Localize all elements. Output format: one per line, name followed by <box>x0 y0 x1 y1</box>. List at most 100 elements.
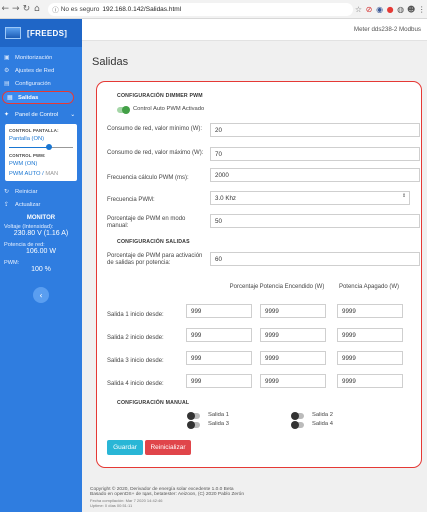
salida-4-toggle[interactable] <box>291 421 304 429</box>
consumo-min-input[interactable]: 20 <box>210 123 420 137</box>
sidebar-menu: ▣ Monitorización ⚙ Ajustes de Red ▤ Conf… <box>0 47 82 104</box>
security-label: No es seguro <box>60 5 100 13</box>
home-icon[interactable]: ⌂ <box>32 4 43 14</box>
salida-1-pct-input[interactable]: 999 <box>186 304 252 318</box>
pct-activacion-input[interactable]: 60 <box>210 252 420 266</box>
salida-2-pct-input[interactable]: 999 <box>186 328 252 342</box>
upload-icon: ⇪ <box>4 201 10 208</box>
control-pantalla-caption: CONTROL PANTALLA: <box>9 128 59 133</box>
salida-1-label: Salida 1 inicio desde: <box>107 312 164 318</box>
salida-3-toggle[interactable] <box>187 421 200 429</box>
salida-4-toggle-label: Salida 4 <box>312 421 333 427</box>
save-button[interactable]: Guardar <box>107 440 143 455</box>
sidebar-item-salidas[interactable]: ▦ Salidas <box>2 91 74 104</box>
solar-panel-icon <box>5 27 21 39</box>
dimmer-section-title: CONFIGURACIÓN DIMMER PWM <box>117 93 203 99</box>
account-icon[interactable]: ☻ <box>406 5 417 14</box>
page-title: Salidas <box>92 56 129 68</box>
outputs-card: CONFIGURACIÓN DIMMER PWM Control Auto PW… <box>96 81 422 468</box>
salida-4-label: Salida 4 inicio desde: <box>107 381 164 387</box>
salida-1-toggle[interactable] <box>187 412 200 420</box>
actualizar-label: Actualizar <box>15 201 41 208</box>
salidas-section-title: CONFIGURACIÓN SALIDAS <box>117 239 190 245</box>
outputs-icon: ▦ <box>7 94 13 101</box>
url-text: 192.168.0.142/Salidas.html <box>102 5 182 13</box>
salida-1-off-input[interactable]: 9999 <box>337 304 403 318</box>
chevron-left-icon: ‹ <box>39 290 43 300</box>
salida-3-label: Salida 3 inicio desde: <box>107 358 164 364</box>
toggle-knob <box>187 412 195 420</box>
extension-block-icon[interactable]: ⊘ <box>364 5 375 14</box>
config-icon: ▤ <box>4 80 10 87</box>
consumo-max-input[interactable]: 70 <box>210 147 420 161</box>
power-value: 106.00 W <box>26 248 56 255</box>
sync-icon[interactable]: ◍ <box>395 5 406 14</box>
menu-icon[interactable]: ⋮ <box>416 5 427 14</box>
salida-2-off-input[interactable]: 9999 <box>337 328 403 342</box>
pantalla-toggle[interactable]: Pantalla (ON) <box>9 136 73 142</box>
forward-icon[interactable]: → <box>11 4 22 14</box>
pwm-man-link[interactable]: MAN <box>45 171 58 177</box>
toggle-knob <box>291 412 299 420</box>
logo[interactable]: [FREEDS] <box>0 19 82 47</box>
reload-icon[interactable]: ↻ <box>21 4 32 14</box>
pwm-mode: PWM AUTO / MAN <box>9 171 73 177</box>
monitor-title: MONITOR <box>26 215 56 221</box>
col-potencia-off: Potencia Apagado (W) <box>338 284 400 290</box>
salida-4-on-input[interactable]: 9999 <box>260 374 326 388</box>
bulb-icon: ✦ <box>4 112 10 118</box>
auto-pwm-label: Control Auto PWM Activado <box>133 106 205 112</box>
panel-control-label: Panel de Control <box>15 111 59 118</box>
salida-1-on-input[interactable]: 9999 <box>260 304 326 318</box>
salida-3-pct-input[interactable]: 999 <box>186 351 252 365</box>
chevron-down-icon: ⌄ <box>70 112 76 118</box>
pct-manual-label: Porcentaje de PWM en modo manual: <box>107 216 186 229</box>
pct-manual-input[interactable]: 50 <box>210 214 420 228</box>
reiniciar-label: Reiniciar <box>15 188 38 195</box>
salida-2-on-input[interactable]: 9999 <box>260 328 326 342</box>
collapse-sidebar-button[interactable]: ‹ <box>33 287 49 303</box>
salida-2-toggle[interactable] <box>291 412 304 420</box>
extension-2-icon[interactable]: ● <box>385 5 396 14</box>
freq-calc-input[interactable]: 2000 <box>210 168 420 182</box>
restart-icon: ↻ <box>4 188 10 195</box>
sidebar-item-ajustes-red[interactable]: ⚙ Ajustes de Red <box>0 64 82 77</box>
slider-knob[interactable] <box>45 144 52 150</box>
reset-button[interactable]: Reinicializar <box>145 440 191 455</box>
back-icon[interactable]: ← <box>0 4 11 14</box>
freq-pwm-label: Frecuencia PWM: <box>107 197 155 203</box>
auto-pwm-toggle[interactable] <box>117 106 130 114</box>
pwm-auto-link[interactable]: PWM AUTO <box>9 171 40 177</box>
actualizar-link[interactable]: ⇪ Actualizar <box>0 198 82 211</box>
sidebar-item-label: Configuración <box>15 80 51 87</box>
salida-4-pct-input[interactable]: 999 <box>186 374 252 388</box>
sidebar-item-configuracion[interactable]: ▤ Configuración <box>0 77 82 90</box>
address-bar[interactable]: ⓘ No es seguro 192.168.0.142/Salidas.htm… <box>48 2 354 16</box>
salida-3-on-input[interactable]: 9999 <box>260 351 326 365</box>
pwm-sep: / <box>42 171 44 177</box>
freq-pwm-select[interactable]: 3.0 Khz <box>210 191 410 205</box>
manual-section-title: CONFIGURACIÓN MANUAL <box>117 400 190 406</box>
toggle-knob <box>291 421 299 429</box>
top-bar: Meter dds238-2 Modbus <box>82 19 427 41</box>
toggle-knob <box>187 421 195 429</box>
panel-control-toggle[interactable]: ✦ Panel de Control ⌄ <box>0 108 82 121</box>
info-icon[interactable]: ⓘ <box>52 4 59 14</box>
consumo-min-label: Consumo de red, valor mínimo (W): <box>107 126 203 132</box>
toggle-knob <box>122 106 130 114</box>
reiniciar-link[interactable]: ↻ Reiniciar <box>0 185 82 198</box>
star-icon[interactable]: ☆ <box>353 5 364 14</box>
extension-icon[interactable]: ◉ <box>374 5 385 14</box>
salida-4-off-input[interactable]: 9999 <box>337 374 403 388</box>
sidebar: [FREEDS] ▣ Monitorización ⚙ Ajustes de R… <box>0 19 82 512</box>
sidebar-item-monitorizacion[interactable]: ▣ Monitorización <box>0 51 82 64</box>
control-pwm-caption: CONTROL PWM: <box>9 153 46 158</box>
device-label: Meter dds238-2 Modbus <box>353 26 421 33</box>
col-potencia-on: Potencia Encendido (W) <box>259 284 325 290</box>
brightness-slider[interactable] <box>9 144 73 150</box>
pwm-toggle[interactable]: PWM (ON) <box>9 161 73 167</box>
consumo-max-label: Consumo de red, valor máximo (W): <box>107 150 204 156</box>
salida-3-off-input[interactable]: 9999 <box>337 351 403 365</box>
salida-2-toggle-label: Salida 2 <box>312 412 333 418</box>
salida-2-label: Salida 2 inicio desde: <box>107 335 164 341</box>
